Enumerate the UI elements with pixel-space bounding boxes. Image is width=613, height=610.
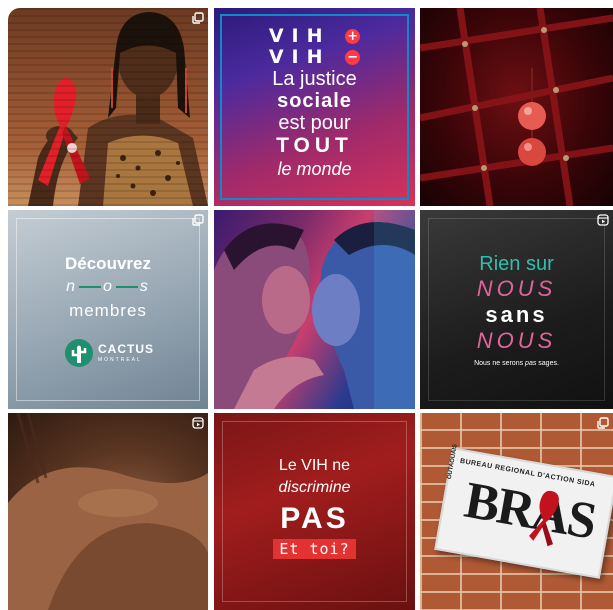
post-decouvrez-membres[interactable]: Découvrez n o s membres CACTUS MONTREAL <box>8 210 208 409</box>
cactus-logo-name: CACTUS <box>98 342 154 356</box>
discrimine-text-block: Le VIH ne discrimine PAS Et toi? <box>214 455 415 559</box>
reel-icon <box>597 214 609 226</box>
vih-label: VIH <box>268 46 331 68</box>
nos-word: nos <box>8 276 208 298</box>
instagram-post-grid: VIH + VIH − La justice sociale est pour … <box>0 0 613 610</box>
membres-text-block: Découvrez n o s membres <box>8 254 208 322</box>
post-vih-discrimine[interactable]: Le VIH ne discrimine PAS Et toi? <box>214 413 415 610</box>
bras-sign: BUREAU REGIONAL D'ACTION SIDA OUTAOUAIS … <box>434 443 613 579</box>
slogan-line-5: le monde <box>277 159 352 179</box>
tagline: Nous ne serons pas sages. <box>420 360 613 367</box>
post-leather-beads[interactable] <box>420 8 613 206</box>
decouvrez-heading: Découvrez <box>65 254 151 273</box>
leather-straps-image <box>420 8 613 206</box>
discrimine-line: discrimine <box>278 479 351 496</box>
post-vih-justice-sociale[interactable]: VIH + VIH − La justice sociale est pour … <box>214 8 415 206</box>
post-ribbon-portrait[interactable] <box>8 8 208 206</box>
multi-image-icon <box>597 417 609 429</box>
tagline-emphasis: pas <box>525 360 537 367</box>
kiss-illustration <box>214 210 415 409</box>
vih-label: VIH <box>268 25 331 47</box>
cactus-logo-sub: MONTREAL <box>98 357 142 363</box>
sign-side-text: OUTAOUAIS <box>446 443 459 480</box>
et-toi-label: Et toi? <box>273 539 356 559</box>
vih-text-block: VIH + VIH − La justice sociale est pour … <box>214 26 415 180</box>
letter-o: o <box>103 278 114 295</box>
sans-line: sans <box>485 302 548 327</box>
multi-image-icon <box>192 12 204 24</box>
skin-closeup-image <box>8 413 208 610</box>
le-vih-ne-line: Le VIH ne <box>278 457 351 474</box>
slogan-line-3: est pour <box>278 112 351 134</box>
nous-line-1: NOUS <box>476 276 557 301</box>
minus-sign-icon: − <box>345 50 361 65</box>
rien-text-block: Rien sur NOUS sans NOUS Nous ne serons p… <box>420 252 613 367</box>
multi-image-icon <box>192 214 204 226</box>
slogan-line-4: TOUT <box>276 134 353 157</box>
post-rien-sur-nous[interactable]: Rien sur NOUS sans NOUS Nous ne serons p… <box>420 210 613 409</box>
tagline-start: Nous ne serons <box>474 360 526 367</box>
cactus-logo: CACTUS MONTREAL <box>64 338 154 368</box>
tagline-end: sages. <box>536 360 559 367</box>
nous-line-2: NOUS <box>476 328 557 353</box>
vih-plus-line: VIH + <box>214 26 415 47</box>
post-kiss-neon[interactable] <box>214 210 415 409</box>
letter-n: n <box>66 278 77 295</box>
rien-sur-line: Rien sur <box>479 253 554 275</box>
wooden-wall-background <box>8 8 208 206</box>
slogan-line-1: La justice <box>272 68 357 90</box>
plus-sign-icon: + <box>345 29 361 44</box>
letter-s: s <box>139 278 150 295</box>
post-skin-closeup[interactable] <box>8 413 208 610</box>
cactus-icon <box>65 339 93 367</box>
membres-word: membres <box>69 301 147 320</box>
pas-line: PAS <box>280 502 349 535</box>
slogan-line-2: sociale <box>277 90 352 112</box>
vih-minus-line: VIH − <box>214 47 415 68</box>
reel-icon <box>192 417 204 429</box>
post-bras-sign[interactable]: BUREAU REGIONAL D'ACTION SIDA OUTAOUAIS … <box>420 413 613 610</box>
